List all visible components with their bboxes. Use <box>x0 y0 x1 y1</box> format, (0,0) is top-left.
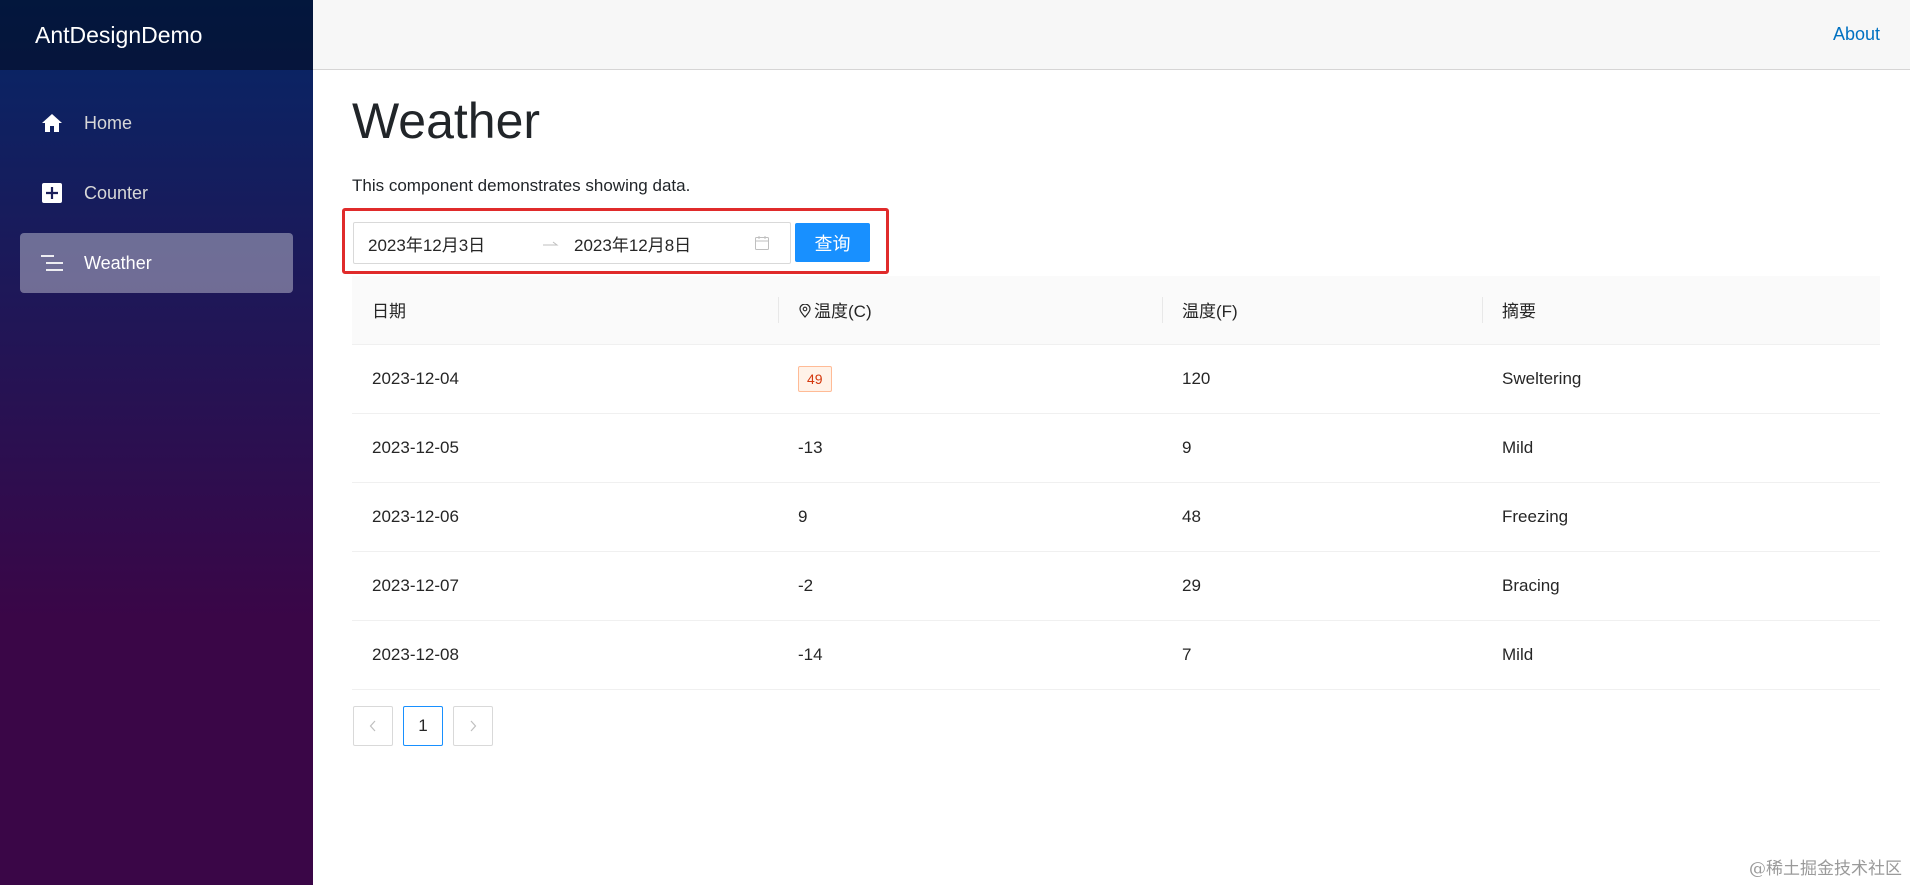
nav-item-home[interactable]: Home <box>20 93 293 153</box>
cell-temp-c: 9 <box>778 482 1162 552</box>
table-row: 2023-12-08 -14 7 Mild <box>352 620 1880 690</box>
table-row: 2023-12-06 9 48 Freezing <box>352 482 1880 552</box>
cell-temp-c: -2 <box>778 551 1162 621</box>
cell-temp-f: 9 <box>1162 413 1482 483</box>
about-link[interactable]: About <box>1833 24 1880 45</box>
cell-temp-c: 49 <box>778 344 1162 414</box>
watermark: @稀土掘金技术社区 <box>1749 859 1902 879</box>
query-button[interactable]: 查询 <box>795 223 870 262</box>
column-header-date[interactable]: 日期 <box>352 276 778 345</box>
cell-summary: Mild <box>1482 620 1880 690</box>
start-date-input[interactable]: 2023年12月3日 <box>354 231 534 256</box>
table-header-row: 日期 温度(C) 温度(F) 摘要 <box>352 276 1880 345</box>
brand-bar: AntDesignDemo <box>0 0 313 70</box>
cell-temp-c: -14 <box>778 620 1162 690</box>
top-bar: About <box>313 0 1910 70</box>
temperature-tag: 49 <box>798 365 832 392</box>
cell-date: 2023-12-08 <box>352 620 778 690</box>
cell-temp-f: 120 <box>1162 344 1482 414</box>
pagination-prev-button[interactable] <box>353 706 393 746</box>
brand-link[interactable]: AntDesignDemo <box>35 22 202 49</box>
cell-summary: Bracing <box>1482 551 1880 621</box>
cell-summary: Freezing <box>1482 482 1880 552</box>
column-header-label: 温度(C) <box>814 302 872 322</box>
column-header-summary[interactable]: 摘要 <box>1482 276 1880 345</box>
date-range-picker[interactable]: 2023年12月3日 2023年12月8日 <box>353 222 791 264</box>
pagination-next-button[interactable] <box>453 706 493 746</box>
column-header-temp-c[interactable]: 温度(C) <box>778 276 1162 345</box>
cell-date: 2023-12-04 <box>352 344 778 414</box>
arrow-right-icon <box>534 233 568 253</box>
nav-item-label: Weather <box>84 252 152 273</box>
cell-temp-f: 29 <box>1162 551 1482 621</box>
cell-temp-f: 7 <box>1162 620 1482 690</box>
cell-date: 2023-12-05 <box>352 413 778 483</box>
end-date-input[interactable]: 2023年12月8日 <box>568 231 744 256</box>
chevron-right-icon <box>470 720 477 732</box>
location-pin-icon <box>798 303 812 319</box>
table-row: 2023-12-07 -2 29 Bracing <box>352 551 1880 621</box>
cell-date: 2023-12-07 <box>352 551 778 621</box>
column-header-temp-f[interactable]: 温度(F) <box>1162 276 1482 345</box>
table-row: 2023-12-04 49 120 Sweltering <box>352 344 1880 414</box>
table-row: 2023-12-05 -13 9 Mild <box>352 413 1880 483</box>
cell-temp-c: -13 <box>778 413 1162 483</box>
cell-summary: Sweltering <box>1482 344 1880 414</box>
weather-table: 日期 温度(C) 温度(F) 摘要 2023-12-04 49 120 Swel… <box>352 276 1880 690</box>
sidebar: AntDesignDemo Home Counter Weather <box>0 0 313 885</box>
nav-item-label: Home <box>84 112 133 133</box>
main-content: Weather This component demonstrates show… <box>342 70 1880 746</box>
nav-item-counter[interactable]: Counter <box>20 163 293 223</box>
chevron-left-icon <box>369 720 376 732</box>
page-title: Weather <box>352 93 541 149</box>
calendar-icon[interactable] <box>754 235 770 251</box>
cell-summary: Mild <box>1482 413 1880 483</box>
cell-date: 2023-12-06 <box>352 482 778 552</box>
cell-temp-f: 48 <box>1162 482 1482 552</box>
pagination-page-1[interactable]: 1 <box>403 706 443 746</box>
nav-item-weather[interactable]: Weather <box>20 233 293 293</box>
pagination: 1 <box>353 706 503 746</box>
intro-text: This component demonstrates showing data… <box>352 176 691 195</box>
home-icon <box>40 111 64 135</box>
list-icon <box>40 251 64 275</box>
nav-item-label: Counter <box>84 182 149 203</box>
nav-menu: Home Counter Weather <box>0 70 313 293</box>
plus-square-icon <box>40 181 64 205</box>
